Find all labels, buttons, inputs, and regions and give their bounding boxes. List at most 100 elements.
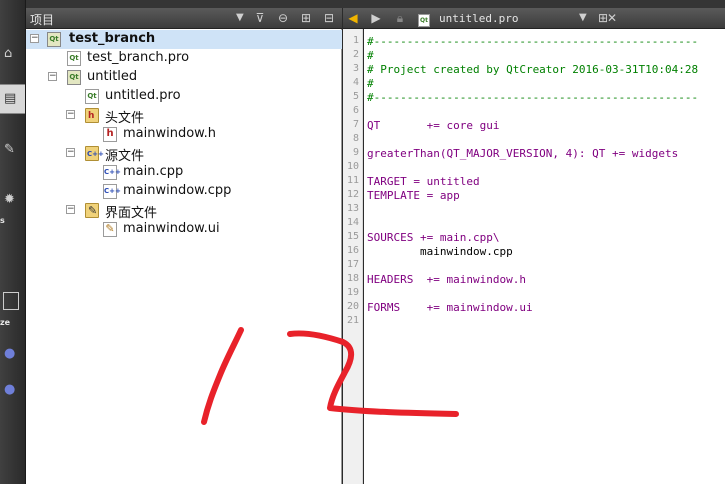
- collapse-icon[interactable]: −: [30, 34, 39, 43]
- edit-icon: ▤: [4, 91, 17, 106]
- collapse-icon[interactable]: −: [66, 148, 75, 157]
- forward-arrow-icon[interactable]: ▶: [369, 11, 383, 25]
- qt-project-icon: Qt: [47, 32, 61, 47]
- project-panel-header: 项目 ▼ ⊽ ⊖ ⊞ ⊟: [26, 8, 342, 29]
- mode-debug-button[interactable]: ✹ s: [0, 190, 25, 225]
- mode-analyze-button[interactable]: ze: [0, 290, 25, 327]
- code-line: greaterThan(QT_MAJOR_VERSION, 4): QT += …: [367, 147, 679, 160]
- output-icon: ●: [4, 382, 16, 397]
- tree-item-label: 界面文件: [105, 206, 158, 221]
- close-editor-icon[interactable]: ✕: [605, 11, 619, 25]
- code-line: SOURCES += main.cpp\: [367, 231, 500, 244]
- cpp-file-icon: C++: [103, 184, 121, 199]
- mode-debug-label: s: [0, 216, 5, 225]
- tree-item-mainwindow-ui[interactable]: ✎ mainwindow.ui: [26, 220, 342, 239]
- line-number: 1: [352, 35, 359, 46]
- line-number: 13: [346, 203, 359, 214]
- mode-edit-button[interactable]: ▤: [0, 84, 25, 114]
- line-number: 15: [346, 231, 359, 242]
- line-number: 19: [346, 287, 359, 298]
- tree-item-untitled[interactable]: − Qt untitled: [26, 68, 342, 87]
- code-line: TEMPLATE = app: [367, 189, 460, 202]
- line-number: 17: [346, 259, 359, 270]
- tree-item-sources[interactable]: − C++ 源文件: [26, 144, 342, 164]
- line-number: 7: [352, 119, 359, 130]
- file-name-combo[interactable]: untitled.pro: [439, 12, 518, 25]
- pro-file-icon: Qt: [417, 11, 431, 27]
- chevron-down-icon[interactable]: ▼: [236, 12, 244, 23]
- code-line: #---------------------------------------…: [367, 91, 699, 104]
- line-number: 11: [346, 175, 359, 186]
- code-line: #: [367, 77, 374, 90]
- lock-icon[interactable]: 🔒︎: [393, 11, 407, 25]
- code-line: # Project created by QtCreator 2016-03-3…: [367, 63, 699, 76]
- tree-item-mainwindow-cpp[interactable]: C++ mainwindow.cpp: [26, 182, 342, 201]
- tree-item-label: untitled: [87, 69, 138, 84]
- collapse-icon[interactable]: −: [48, 72, 57, 81]
- header-folder-icon: h: [85, 108, 99, 123]
- debug-icon: ✹: [4, 192, 15, 207]
- code-editor[interactable]: #---------------------------------------…: [364, 29, 725, 484]
- line-number: 4: [352, 77, 359, 88]
- tree-item-forms[interactable]: − ✎ 界面文件: [26, 201, 342, 221]
- code-line: #---------------------------------------…: [367, 35, 699, 48]
- collapse-icon[interactable]: −: [66, 205, 75, 214]
- tree-item-label: 头文件: [105, 111, 145, 126]
- design-icon: ✎: [4, 142, 15, 157]
- line-number: 18: [346, 273, 359, 284]
- tree-item-test-branch-pro[interactable]: Qt test_branch.pro: [26, 49, 342, 68]
- tree-item-main-cpp[interactable]: C++ main.cpp: [26, 163, 342, 182]
- cpp-file-icon: C++: [103, 165, 121, 180]
- tree-item-headers[interactable]: − h 头文件: [26, 106, 342, 126]
- tree-item-untitled-pro[interactable]: Qt untitled.pro: [26, 87, 342, 106]
- source-folder-icon: C++: [85, 146, 104, 161]
- line-number: 8: [352, 133, 359, 144]
- code-line: FORMS += mainwindow.ui: [367, 301, 533, 314]
- line-number: 14: [346, 217, 359, 228]
- tree-item-label: untitled.pro: [105, 88, 181, 103]
- split-icon[interactable]: ⊞: [299, 11, 313, 25]
- tree-item-label: test_branch.pro: [87, 50, 190, 65]
- mode-output-button[interactable]: ●: [0, 380, 25, 410]
- mode-design-button[interactable]: ✎: [0, 136, 25, 166]
- close-panel-icon[interactable]: ⊟: [322, 11, 336, 25]
- tree-item-label: 源文件: [105, 149, 145, 164]
- back-arrow-icon[interactable]: ◀: [346, 11, 360, 25]
- line-number: 6: [352, 105, 359, 116]
- project-panel-title[interactable]: 项目: [30, 11, 54, 28]
- tree-item-label: test_branch: [69, 31, 156, 46]
- top-window-strip: [0, 0, 725, 8]
- line-number: 12: [346, 189, 359, 200]
- h-file-icon: h: [103, 127, 117, 142]
- line-number: 9: [352, 147, 359, 158]
- code-line: TARGET = untitled: [367, 175, 480, 188]
- help-icon: ●: [4, 346, 16, 361]
- collapse-icon[interactable]: −: [66, 110, 75, 119]
- tree-item-label: main.cpp: [123, 164, 184, 179]
- mode-welcome-button[interactable]: ⌂: [0, 40, 25, 70]
- code-line: QT += core gui: [367, 119, 500, 132]
- mode-help-button[interactable]: ●: [0, 344, 25, 374]
- line-number: 3: [352, 63, 359, 74]
- line-number: 5: [352, 91, 359, 102]
- qt-project-icon: Qt: [67, 70, 81, 85]
- chevron-down-icon[interactable]: ▼: [579, 12, 587, 23]
- line-number: 10: [346, 161, 359, 172]
- mode-bar: ⌂ ▤ ✎ ✹ s ze ● ●: [0, 0, 26, 484]
- pro-file-icon: Qt: [67, 51, 81, 66]
- pro-file-icon: Qt: [85, 89, 99, 104]
- link-icon[interactable]: ⊖: [276, 11, 290, 25]
- code-line: #: [367, 49, 374, 62]
- line-number: 16: [346, 245, 359, 256]
- tree-item-test-branch[interactable]: − Qt test_branch: [26, 30, 342, 49]
- tree-item-label: mainwindow.h: [123, 126, 216, 141]
- line-number-gutter: 1 2 3 4 5 6 7 8 9 10 11 12 13 14 15 16 17 18 19 20 21: [343, 29, 363, 484]
- tree-item-mainwindow-h[interactable]: h mainwindow.h: [26, 125, 342, 144]
- tree-item-label: mainwindow.ui: [123, 221, 220, 236]
- mode-analyze-label: ze: [0, 318, 11, 327]
- editor-toolbar: ◀ ▶ 🔒︎ Qt untitled.pro ▼ ⊞ ✕: [343, 8, 725, 29]
- forms-folder-icon: ✎: [85, 203, 99, 218]
- tree-item-label: mainwindow.cpp: [123, 183, 232, 198]
- ui-file-icon: ✎: [103, 222, 117, 237]
- filter-icon[interactable]: ⊽: [253, 11, 267, 25]
